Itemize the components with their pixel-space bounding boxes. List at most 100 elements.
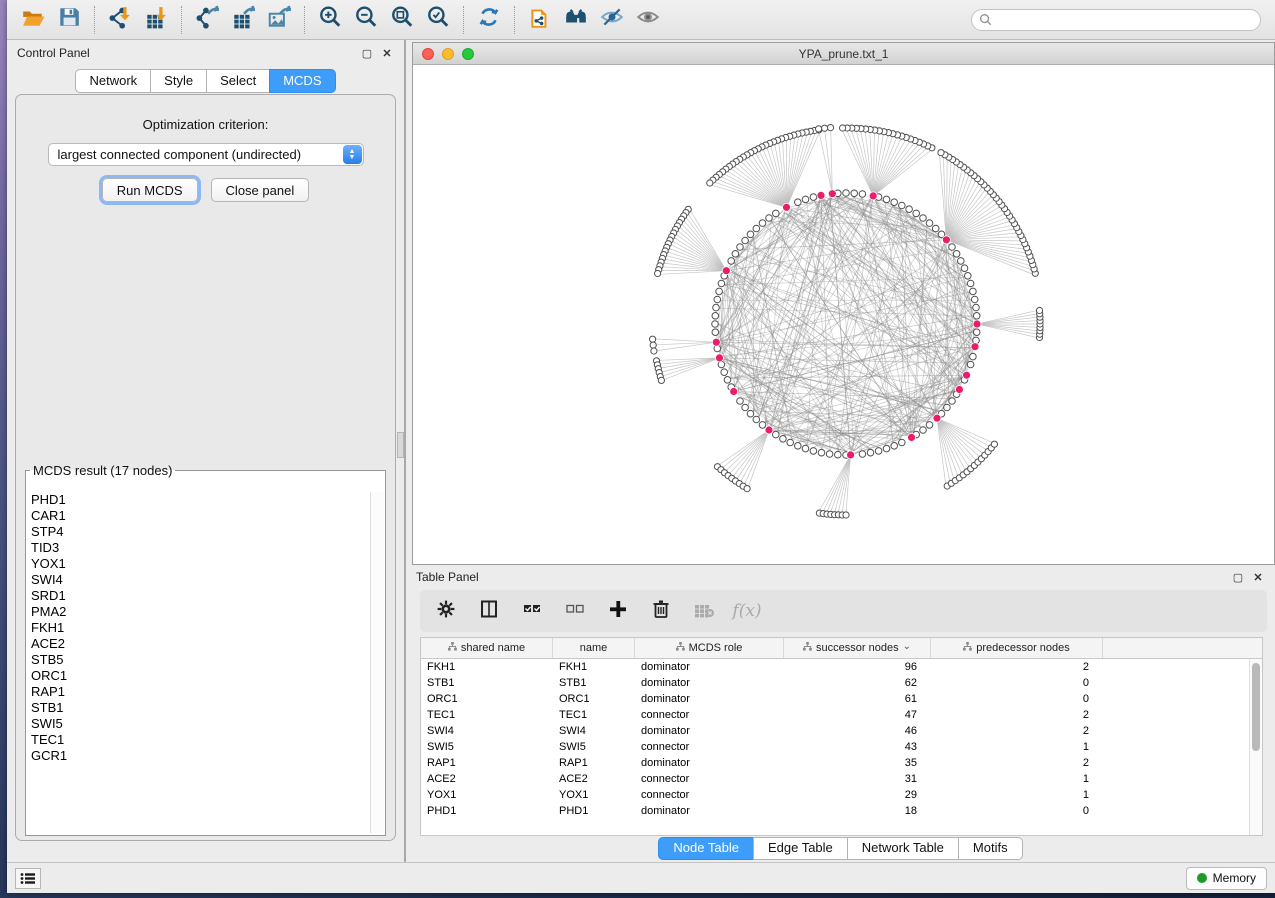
table-close-panel-icon[interactable]: ✕	[1251, 570, 1265, 584]
search-box[interactable]	[971, 9, 1261, 31]
mcds-result-item[interactable]: GCR1	[28, 748, 369, 764]
column-header-name[interactable]: name	[553, 638, 635, 658]
tab-style[interactable]: Style	[150, 69, 207, 93]
mcds-result-item[interactable]: RAP1	[28, 684, 369, 700]
task-history-button[interactable]	[15, 868, 41, 889]
cell: ACE2	[421, 771, 553, 787]
tab-edge-table[interactable]: Edge Table	[753, 837, 848, 860]
deselect-all-rows-icon	[564, 598, 586, 625]
table-settings-button[interactable]	[434, 599, 458, 623]
search-input[interactable]	[997, 11, 1260, 29]
tab-mcds[interactable]: MCDS	[269, 69, 335, 93]
cell: connector	[635, 771, 784, 787]
table-scrollbar-thumb[interactable]	[1252, 663, 1260, 751]
cell: connector	[635, 707, 784, 723]
cell: dominator	[635, 723, 784, 739]
float-window-icon[interactable]: ▢	[360, 46, 374, 60]
toolbar-separator	[514, 6, 515, 34]
cell: 0	[931, 803, 1103, 819]
mcds-result-item[interactable]: ORC1	[28, 668, 369, 684]
mcds-result-item[interactable]: PMA2	[28, 604, 369, 620]
table-settings-icon	[435, 598, 457, 625]
import-table-button[interactable]	[141, 5, 171, 35]
zoom-fit-button[interactable]	[387, 5, 417, 35]
export-table-button[interactable]	[228, 5, 258, 35]
table-row[interactable]: ORC1ORC1dominator610	[421, 691, 1262, 707]
zoom-out-button[interactable]	[351, 5, 381, 35]
zoom-in-button[interactable]	[315, 5, 345, 35]
share-document-button[interactable]	[525, 5, 555, 35]
table-row[interactable]: PHD1PHD1dominator180	[421, 803, 1262, 819]
zoom-selected-button[interactable]	[423, 5, 453, 35]
table-row[interactable]: RAP1RAP1dominator352	[421, 755, 1262, 771]
table-row[interactable]: YOX1YOX1connector291	[421, 787, 1262, 803]
delete-column-button[interactable]	[649, 599, 673, 623]
close-panel-button[interactable]: Close panel	[211, 178, 310, 202]
function-builder-icon: f(x)	[732, 601, 761, 621]
memory-status-icon	[1197, 873, 1207, 883]
cell: PHD1	[553, 803, 635, 819]
splitter-handle[interactable]	[397, 432, 404, 458]
right-area: YPA_prune.txt_1 Table Panel ▢ ✕ f(x) sha…	[406, 40, 1275, 862]
table-row[interactable]: SWI4SWI4dominator462	[421, 723, 1262, 739]
mcds-result-list: PHD1CAR1STP4TID3YOX1SWI4SRD1PMA2FKH1ACE2…	[28, 492, 369, 833]
mcds-result-item[interactable]: YOX1	[28, 556, 369, 572]
tab-select[interactable]: Select	[206, 69, 270, 93]
open-session-button[interactable]	[18, 5, 48, 35]
table-scrollbar[interactable]	[1249, 659, 1262, 835]
mcds-list-scrollbar[interactable]	[370, 492, 384, 833]
column-header-successor-nodes[interactable]: successor nodes⌄	[784, 638, 931, 658]
run-mcds-button[interactable]: Run MCDS	[102, 178, 198, 202]
zoom-selected-icon	[426, 5, 450, 34]
deselect-all-rows-button[interactable]	[563, 599, 587, 623]
save-session-button[interactable]	[54, 5, 84, 35]
cell: RAP1	[421, 755, 553, 771]
mcds-result-item[interactable]: FKH1	[28, 620, 369, 636]
search-documents-button[interactable]	[561, 5, 591, 35]
mcds-result-item[interactable]: SWI4	[28, 572, 369, 588]
control-panel-tabs: NetworkStyleSelectMCDS	[7, 69, 404, 93]
mcds-result-item[interactable]: STB1	[28, 700, 369, 716]
table-row[interactable]: FKH1FKH1dominator962	[421, 659, 1262, 675]
mcds-result-item[interactable]: PHD1	[28, 492, 369, 508]
tab-network-table[interactable]: Network Table	[847, 837, 959, 860]
cell: FKH1	[421, 659, 553, 675]
mcds-result-item[interactable]: SWI5	[28, 716, 369, 732]
mcds-result-item[interactable]: STP4	[28, 524, 369, 540]
mcds-result-title: MCDS result (17 nodes)	[30, 463, 175, 478]
tab-node-table[interactable]: Node Table	[658, 837, 754, 860]
cell: RAP1	[553, 755, 635, 771]
cell: YOX1	[421, 787, 553, 803]
mcds-result-item[interactable]: TID3	[28, 540, 369, 556]
close-panel-icon[interactable]: ✕	[380, 46, 394, 60]
import-network-button[interactable]	[105, 5, 135, 35]
tab-network[interactable]: Network	[75, 69, 151, 93]
apply-layout-button[interactable]	[474, 5, 504, 35]
tab-motifs[interactable]: Motifs	[958, 837, 1023, 860]
show-results-button[interactable]	[633, 5, 663, 35]
table-row[interactable]: TEC1TEC1connector472	[421, 707, 1262, 723]
mcds-result-item[interactable]: ACE2	[28, 636, 369, 652]
table-row[interactable]: STB1STB1dominator620	[421, 675, 1262, 691]
network-window-titlebar: YPA_prune.txt_1	[413, 43, 1274, 65]
add-column-button[interactable]	[606, 599, 630, 623]
hide-results-button[interactable]	[597, 5, 627, 35]
mcds-result-item[interactable]: TEC1	[28, 732, 369, 748]
mcds-result-item[interactable]: SRD1	[28, 588, 369, 604]
table-row[interactable]: SWI5SWI5connector431	[421, 739, 1262, 755]
select-all-rows-button[interactable]	[520, 599, 544, 623]
optimization-criterion-select[interactable]: largest connected component (undirected)…	[48, 143, 364, 166]
mcds-result-item[interactable]: CAR1	[28, 508, 369, 524]
column-header-MCDS-role[interactable]: MCDS role	[635, 638, 784, 658]
table-float-window-icon[interactable]: ▢	[1231, 570, 1245, 584]
column-header-predecessor-nodes[interactable]: predecessor nodes	[931, 638, 1103, 658]
export-image-button[interactable]	[264, 5, 294, 35]
table-row[interactable]: ACE2ACE2connector311	[421, 771, 1262, 787]
network-canvas[interactable]	[413, 65, 1274, 564]
mcds-result-item[interactable]: STB5	[28, 652, 369, 668]
column-header-shared-name[interactable]: shared name	[421, 638, 553, 658]
memory-button[interactable]: Memory	[1186, 867, 1267, 890]
show-columns-button[interactable]	[477, 599, 501, 623]
cell: ORC1	[421, 691, 553, 707]
export-network-button[interactable]	[192, 5, 222, 35]
